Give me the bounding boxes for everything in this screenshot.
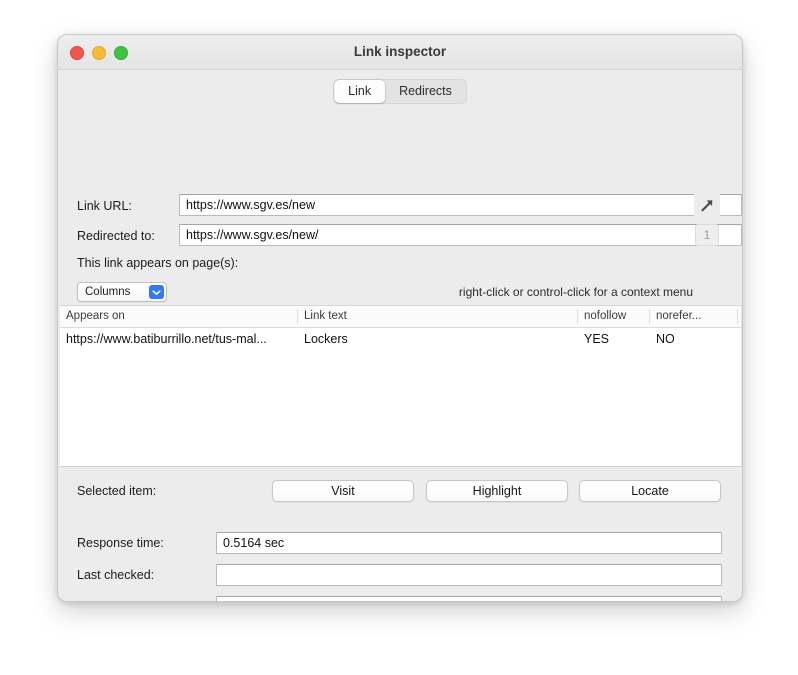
cell-link-text: Lockers xyxy=(304,332,348,346)
column-header-label: nofollow xyxy=(584,310,627,322)
table-scroll-edge xyxy=(741,306,742,466)
highlight-button[interactable]: Highlight xyxy=(426,480,568,502)
columns-popup-label: Columns xyxy=(85,286,131,298)
cell-nofollow: YES xyxy=(584,332,610,346)
response-time-label: Response time: xyxy=(77,536,164,550)
redirected-to-label: Redirected to: xyxy=(77,229,155,243)
open-link-button[interactable] xyxy=(694,193,720,217)
window-titlebar: Link inspector xyxy=(58,35,742,70)
column-header-link-text[interactable]: Link text xyxy=(298,306,578,327)
selected-item-label: Selected item: xyxy=(77,484,157,498)
cell-noreferrer: NO xyxy=(656,332,675,346)
redirected-to-input[interactable]: https://www.sgv.es/new/ xyxy=(179,224,742,246)
tab-link[interactable]: Link xyxy=(334,80,386,103)
cell-appears-on: https://www.batiburrillo.net/tus-mal... xyxy=(66,332,267,346)
visit-button[interactable]: Visit xyxy=(272,480,414,502)
redirect-count-field: 1 xyxy=(695,224,719,246)
column-header-nofollow[interactable]: nofollow xyxy=(578,306,650,327)
last-checked-field xyxy=(216,564,722,586)
last-checked-label: Last checked: xyxy=(77,568,155,582)
appears-on-table[interactable]: Appears on Link text nofollow norefer... xyxy=(60,305,742,467)
tab-redirects[interactable]: Redirects xyxy=(385,80,466,103)
context-menu-hint: right-click or control-click for a conte… xyxy=(458,285,693,299)
link-url-label: Link URL: xyxy=(77,199,132,213)
link-url-input[interactable]: https://www.sgv.es/new xyxy=(179,194,742,216)
window-title: Link inspector xyxy=(353,44,447,59)
column-header-noreferrer[interactable]: norefer... xyxy=(650,306,738,327)
appears-on-label: This link appears on page(s): xyxy=(77,256,239,270)
locate-button[interactable]: Locate xyxy=(579,480,721,502)
response-time-field: 0.5164 sec xyxy=(216,532,722,554)
column-header-appears-on[interactable]: Appears on xyxy=(60,306,298,327)
column-header-label: Link text xyxy=(304,310,347,322)
tabbar: Link Redirects xyxy=(58,70,742,109)
window-body: Link URL: https://www.sgv.es/new Redirec… xyxy=(58,109,742,601)
column-header-label: Appears on xyxy=(66,310,125,322)
status-label: Status: xyxy=(77,600,116,601)
link-inspector-window: Link inspector Link Redirects Link URL: … xyxy=(57,34,743,602)
column-divider[interactable] xyxy=(737,309,738,324)
column-header-label: norefer... xyxy=(656,310,702,322)
table-row[interactable]: https://www.batiburrillo.net/tus-mal... … xyxy=(60,328,742,351)
chevron-down-icon xyxy=(149,285,164,299)
status-field: 404 not found < 301 moved permanently xyxy=(216,596,722,601)
table-header-row: Appears on Link text nofollow norefer... xyxy=(60,306,742,328)
columns-popup-button[interactable]: Columns xyxy=(77,282,167,302)
external-link-arrow-icon xyxy=(700,199,712,211)
tab-group: Link Redirects xyxy=(333,79,467,104)
